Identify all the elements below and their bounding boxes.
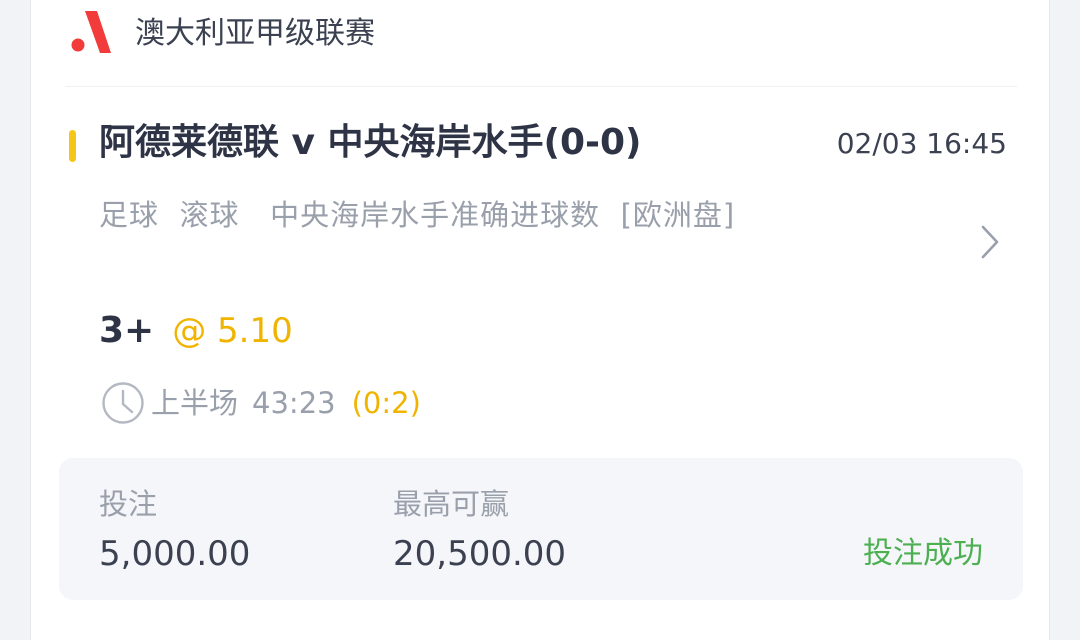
match-clock: 43:23 — [252, 386, 336, 420]
match-datetime: 02/03 16:45 — [836, 127, 1007, 160]
selection-pick: 3+ — [99, 310, 155, 351]
market-description: 足球 滚球 中央海岸水手准确进球数 [欧洲盘] — [99, 190, 739, 240]
match-period: 上半场 — [151, 386, 239, 420]
bet-type-label: 滚球 — [179, 198, 240, 232]
market-name: 中央海岸水手准确进球数 — [270, 198, 601, 232]
max-payout-value: 20,500.00 — [393, 534, 567, 574]
league-name: 澳大利亚甲级联赛 — [135, 16, 375, 51]
header-divider — [65, 86, 1017, 87]
sport-label: 足球 — [99, 198, 160, 232]
league-header: 澳大利亚甲级联赛 — [31, 0, 1049, 86]
bet-summary-panel: 投注 5,000.00 最高可赢 20,500.00 投注成功 — [59, 458, 1023, 600]
live-score: (0:2) — [351, 386, 421, 420]
selection-odds: @ 5.10 — [172, 311, 293, 351]
max-payout-label: 最高可赢 — [393, 487, 510, 521]
bet-status-badge: 投注成功 — [863, 536, 983, 571]
match-accent-bar — [69, 130, 76, 162]
bet-record-card: 澳大利亚甲级联赛 阿德莱德联 v 中央海岸水手(0-0) 02/03 16:45… — [30, 0, 1050, 640]
live-status-row: 上半场 43:23 (0:2) — [101, 378, 421, 426]
clock-icon — [102, 382, 144, 424]
brand-logo-icon — [71, 11, 111, 53]
odds-format: [欧洲盘] — [620, 198, 736, 232]
stake-label: 投注 — [99, 487, 158, 521]
stake-value: 5,000.00 — [99, 534, 251, 574]
chevron-right-icon[interactable] — [979, 224, 1001, 260]
selection-row: 3+ @ 5.10 — [99, 306, 293, 362]
match-title: 阿德莱德联 v 中央海岸水手(0-0) — [99, 122, 642, 163]
